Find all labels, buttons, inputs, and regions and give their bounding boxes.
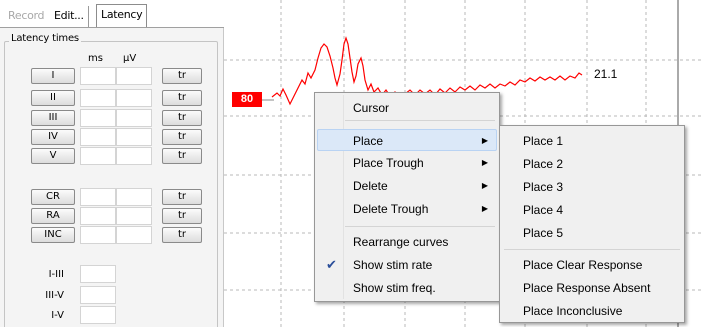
submenu-item-place-clear-response[interactable]: Place Clear Response — [503, 254, 681, 276]
trough-button[interactable]: tr — [162, 110, 202, 126]
tab-edit[interactable]: Edit... — [50, 6, 89, 27]
submenu-item-place-inconclusive[interactable]: Place Inconclusive — [503, 300, 681, 322]
trough-button[interactable]: tr — [162, 189, 202, 205]
peak-button-iii[interactable]: III — [31, 110, 75, 126]
column-header-ms: ms — [88, 53, 103, 64]
menu-item-show-stim-freq[interactable]: Show stim freq. — [318, 277, 496, 299]
submenu-item-label: Place 4 — [523, 203, 564, 217]
interpeak-value-cell — [80, 265, 116, 283]
peak-button-iv[interactable]: IV — [31, 129, 75, 145]
amplitude-uv-cell[interactable] — [116, 147, 152, 165]
submenu-item-place-response-absent[interactable]: Place Response Absent — [503, 277, 681, 299]
latency-ms-cell[interactable] — [80, 188, 116, 206]
trough-button[interactable]: tr — [162, 208, 202, 224]
menu-item-rearrange-curves[interactable]: Rearrange curves — [318, 231, 496, 253]
tab-underline — [0, 27, 224, 28]
latency-ms-cell[interactable] — [80, 207, 116, 225]
latency-ms-cell[interactable] — [80, 147, 116, 165]
latency-ms-cell[interactable] — [80, 89, 116, 107]
amplitude-uv-cell[interactable] — [116, 89, 152, 107]
tab-latency[interactable]: Latency — [96, 4, 148, 27]
peak-button-i[interactable]: I — [31, 68, 75, 84]
trough-button[interactable]: tr — [162, 68, 202, 84]
menu-item-label: Cursor — [353, 101, 390, 115]
latency-times-title: Latency times — [9, 33, 81, 44]
amplitude-uv-cell[interactable] — [116, 188, 152, 206]
column-header-uv: µV — [123, 53, 137, 64]
menu-item-delete[interactable]: Delete ▶ — [318, 175, 496, 197]
amplitude-uv-cell[interactable] — [116, 109, 152, 127]
triangle-right-icon: ▶ — [481, 181, 488, 190]
trough-button[interactable]: tr — [162, 129, 202, 145]
menu-item-label: Place Trough — [353, 156, 424, 170]
response-button-ra[interactable]: RA — [31, 208, 75, 224]
triangle-right-icon: ▶ — [481, 158, 488, 167]
amplitude-uv-cell[interactable] — [116, 128, 152, 146]
menu-item-label: Delete Trough — [353, 202, 429, 216]
trough-button[interactable]: tr — [162, 227, 202, 243]
submenu-item-label: Place 1 — [523, 134, 564, 148]
amplitude-uv-cell[interactable] — [116, 67, 152, 85]
trough-button[interactable]: tr — [162, 90, 202, 106]
tab-record[interactable]: Record — [4, 6, 48, 27]
amplitude-label: 21.1 — [594, 67, 618, 81]
submenu-item-label: Place Clear Response — [523, 258, 643, 272]
submenu-item-place-5[interactable]: Place 5 — [503, 222, 681, 244]
amplitude-uv-cell[interactable] — [116, 226, 152, 244]
submenu-item-place-1[interactable]: Place 1 — [503, 130, 681, 152]
submenu-item-place-4[interactable]: Place 4 — [503, 199, 681, 221]
submenu-item-label: Place Inconclusive — [523, 304, 623, 318]
menu-item-delete-trough[interactable]: Delete Trough ▶ — [318, 198, 496, 220]
interpeak-label: I-III — [48, 269, 64, 280]
menu-separator — [345, 120, 495, 121]
interpeak-value-cell — [80, 306, 116, 324]
submenu-item-label: Place 2 — [523, 157, 564, 171]
interpeak-label: III-V — [45, 290, 64, 301]
interpeak-label: I-V — [51, 310, 64, 321]
submenu-separator — [504, 249, 680, 250]
peak-button-v[interactable]: V — [31, 148, 75, 164]
interpeak-value-cell — [80, 286, 116, 304]
menu-item-place-trough[interactable]: Place Trough ▶ — [318, 152, 496, 174]
triangle-right-icon: ▶ — [481, 136, 488, 145]
place-submenu: Place 1 Place 2 Place 3 Place 4 Place 5 … — [499, 125, 685, 323]
menu-item-place[interactable]: Place ▶ — [317, 129, 497, 151]
menu-separator — [345, 226, 495, 227]
amplitude-uv-cell[interactable] — [116, 207, 152, 225]
menu-item-cursor[interactable]: Cursor — [318, 97, 496, 119]
peak-button-ii[interactable]: II — [31, 90, 75, 106]
menu-item-show-stim-rate[interactable]: Show stim rate ✔ — [318, 254, 496, 276]
submenu-item-label: Place 3 — [523, 180, 564, 194]
response-button-cr[interactable]: CR — [31, 189, 75, 205]
submenu-item-label: Place 5 — [523, 226, 564, 240]
menu-item-label: Show stim freq. — [353, 281, 436, 295]
latency-ms-cell[interactable] — [80, 226, 116, 244]
intensity-marker[interactable]: 80 — [232, 92, 262, 107]
latency-ms-cell[interactable] — [80, 67, 116, 85]
submenu-item-label: Place Response Absent — [523, 281, 651, 295]
submenu-item-place-3[interactable]: Place 3 — [503, 176, 681, 198]
menu-item-label: Place — [353, 134, 384, 148]
latency-ms-cell[interactable] — [80, 128, 116, 146]
latency-ms-cell[interactable] — [80, 109, 116, 127]
menu-item-label: Delete — [353, 179, 388, 193]
latency-panel: Record Edit... Latency Latency times ms … — [0, 0, 224, 327]
menu-item-label: Rearrange curves — [353, 235, 449, 249]
response-button-inc[interactable]: INC — [31, 227, 75, 243]
submenu-item-place-2[interactable]: Place 2 — [503, 153, 681, 175]
triangle-right-icon: ▶ — [481, 204, 488, 213]
menu-item-label: Show stim rate — [353, 258, 433, 272]
trough-button[interactable]: tr — [162, 148, 202, 164]
context-menu: Cursor Place ▶ Place Trough ▶ Delete ▶ Delete T… — [314, 92, 500, 302]
checkmark-icon: ✔ — [326, 257, 337, 272]
